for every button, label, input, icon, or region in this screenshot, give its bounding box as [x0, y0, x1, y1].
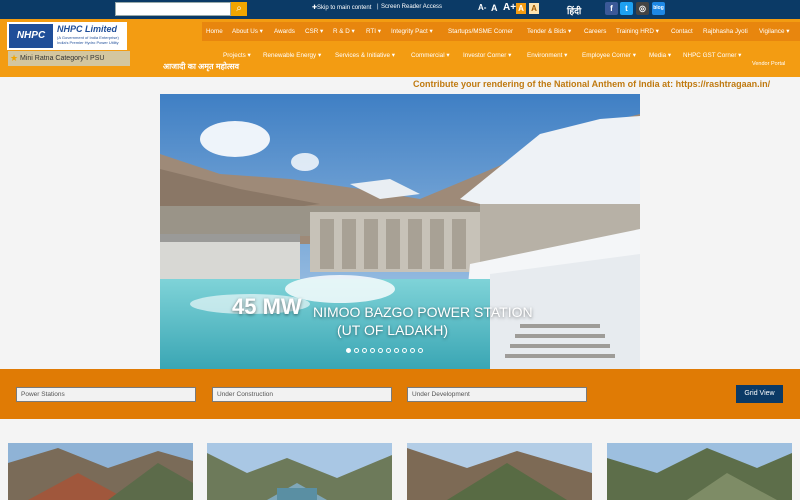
project-thumbnail[interactable] — [8, 443, 193, 500]
slider-dot[interactable] — [394, 348, 399, 353]
slider-dot[interactable] — [346, 348, 351, 353]
search-icon: ⌕ — [236, 3, 242, 14]
nav-investor-corner[interactable]: Investor Corner ▾ — [463, 52, 511, 59]
blog-icon[interactable]: blog — [652, 2, 665, 15]
nav-integrity-pact[interactable]: Integrity Pact ▾ — [391, 28, 433, 35]
facebook-icon[interactable]: f — [605, 2, 618, 15]
brand-title: NHPC Limited — [57, 24, 118, 34]
project-thumbnail[interactable] — [607, 443, 792, 500]
nav-media[interactable]: Media ▾ — [649, 52, 671, 59]
nav-startups-msme[interactable]: Startups/MSME Corner — [448, 28, 513, 35]
slider-dot[interactable] — [362, 348, 367, 353]
font-normal-button[interactable]: A — [491, 3, 498, 13]
nav-careers[interactable]: Careers — [584, 28, 606, 35]
nav-employee-corner[interactable]: Employee Corner ▾ — [582, 52, 636, 59]
font-decrease-button[interactable]: A- — [478, 3, 486, 12]
brand-subtitle: (A Government of India Enterprise) India… — [57, 35, 119, 45]
azadi-ka-amrit-mahotsav-logo[interactable]: आजादी का अमृत महोत्सव — [163, 61, 239, 72]
slider-dot[interactable] — [386, 348, 391, 353]
mini-ratna-label: Mini Ratna Category-I PSU — [20, 55, 105, 62]
instagram-icon[interactable]: ◎ — [636, 2, 649, 15]
grid-view-button[interactable]: Grid View — [736, 385, 783, 403]
slide-station-name: NIMOO BAZGO POWER STATION — [313, 304, 533, 320]
nhpc-logo[interactable]: NHPC NHPC Limited (A Government of India… — [7, 22, 127, 50]
nav-training-hrd[interactable]: Training HRD ▾ — [616, 28, 659, 35]
nav-awards[interactable]: Awards — [274, 28, 295, 35]
skip-link-label: Skip to main content — [317, 5, 372, 11]
search-button[interactable]: ⌕ — [231, 2, 247, 16]
logo-mark: NHPC — [9, 24, 53, 48]
language-hindi-link[interactable]: हिंदी — [567, 4, 581, 17]
nav-renewable-energy[interactable]: Renewable Energy ▾ — [263, 52, 321, 59]
nav-contact[interactable]: Contact — [671, 28, 693, 35]
nav-home[interactable]: Home — [206, 28, 223, 35]
project-filter-band: Power Stations Under Construction Under … — [0, 369, 800, 419]
slider-dot[interactable] — [402, 348, 407, 353]
divider: | — [377, 4, 379, 10]
slider-dot[interactable] — [370, 348, 375, 353]
project-thumbnail[interactable] — [207, 443, 392, 500]
skip-to-main-link[interactable]: ✚Skip to main content — [312, 4, 371, 11]
nav-services-initiative[interactable]: Services & Initiative ▾ — [335, 52, 395, 59]
site-header: NHPC NHPC Limited (A Government of India… — [0, 19, 800, 77]
vendor-portal-link[interactable]: Vendor Portal — [752, 61, 785, 67]
nav-tender-bids[interactable]: Tender & Bids ▾ — [527, 28, 571, 35]
nav-vigilance[interactable]: Vigilance ▾ — [759, 28, 789, 35]
under-construction-select[interactable]: Under Construction — [212, 387, 392, 402]
screen-reader-link[interactable]: Screen Reader Access — [381, 4, 442, 10]
under-development-select[interactable]: Under Development — [407, 387, 587, 402]
brand-subtitle-2: India's Premier Hydro Power Utility — [57, 40, 119, 45]
nav-rajbhasha-jyoti[interactable]: Rajbhasha Jyoti — [703, 28, 748, 35]
slider-dot[interactable] — [410, 348, 415, 353]
nav-about-us[interactable]: About Us ▾ — [232, 28, 263, 35]
power-stations-select[interactable]: Power Stations — [16, 387, 196, 402]
slider-dot[interactable] — [354, 348, 359, 353]
nav-commercial[interactable]: Commercial ▾ — [411, 52, 450, 59]
slider-dot[interactable] — [418, 348, 423, 353]
nav-rti[interactable]: RTI ▾ — [366, 28, 381, 35]
slide-capacity: 45 MW — [232, 294, 302, 319]
top-utility-bar: ⌕ ✚Skip to main content | Screen Reader … — [0, 0, 800, 19]
slide-location: (UT OF LADAKH) — [337, 322, 448, 338]
font-increase-button[interactable]: A+ — [503, 2, 516, 13]
nav-rnd[interactable]: R & D ▾ — [333, 28, 355, 35]
mini-ratna-badge: ★ Mini Ratna Category-I PSU — [8, 51, 130, 66]
nav-projects[interactable]: Projects ▾ — [223, 52, 251, 59]
hero-slider[interactable]: 45 MW NIMOO BAZGO POWER STATION (UT OF L… — [160, 94, 640, 369]
nav-csr[interactable]: CSR ▾ — [305, 28, 323, 35]
news-ticker[interactable]: Contribute your rendering of the Nationa… — [413, 79, 800, 89]
slider-dot[interactable] — [378, 348, 383, 353]
star-icon: ★ — [10, 53, 19, 63]
nav-environment[interactable]: Environment ▾ — [527, 52, 567, 59]
nav-nhpc-gst-corner[interactable]: NHPC GST Corner ▾ — [683, 52, 741, 59]
contrast-light-button[interactable]: A — [529, 3, 539, 14]
twitter-icon[interactable]: t — [620, 2, 633, 15]
contrast-orange-button[interactable]: A — [516, 3, 526, 14]
project-thumbnail[interactable] — [407, 443, 592, 500]
search-input[interactable] — [115, 2, 231, 16]
slider-dots — [346, 340, 426, 353]
